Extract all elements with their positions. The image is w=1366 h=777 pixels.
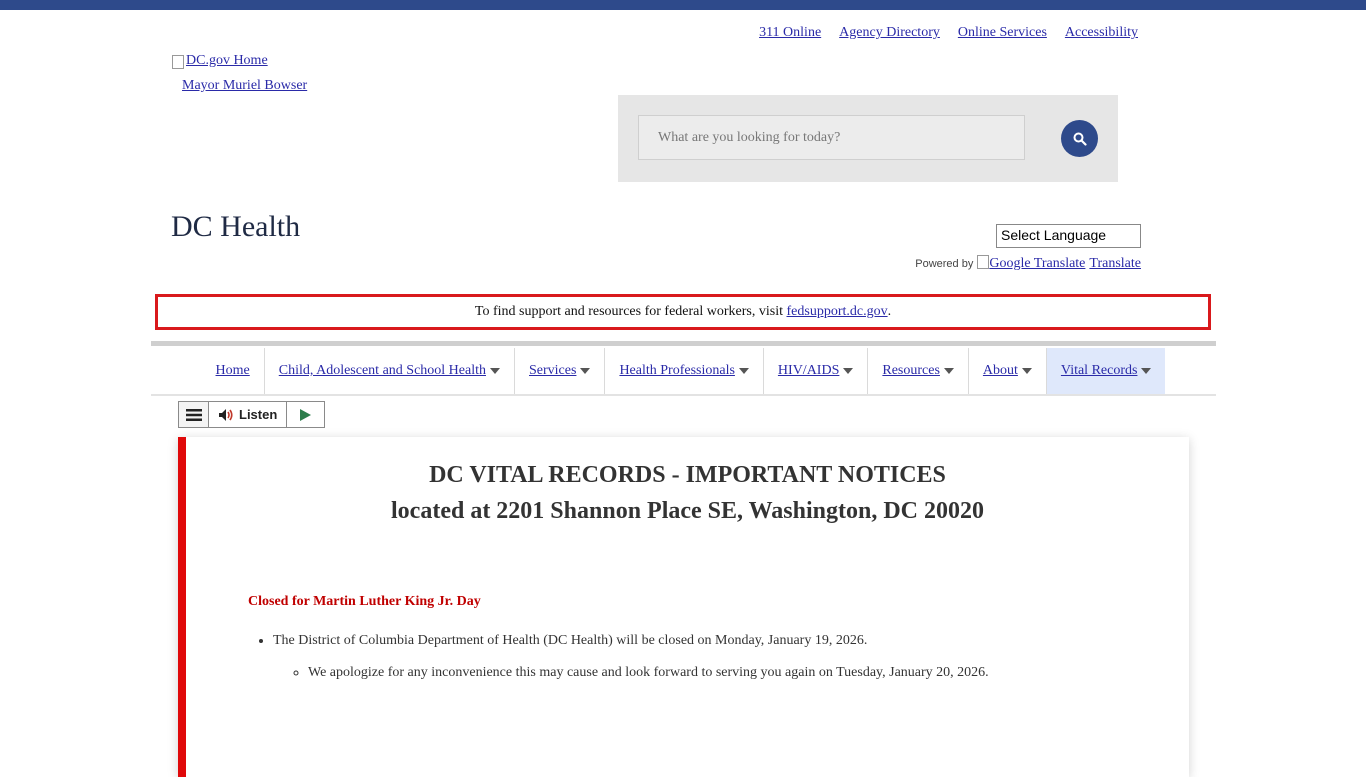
translate-link[interactable]: Translate xyxy=(1089,256,1141,272)
chevron-down-icon[interactable] xyxy=(580,368,591,374)
nav-item-home[interactable]: Home xyxy=(202,348,265,394)
nav-item-resources[interactable]: Resources xyxy=(868,348,969,394)
nav-label[interactable]: Home xyxy=(216,363,250,379)
nav-item-health-professionals[interactable]: Health Professionals xyxy=(605,348,764,394)
chevron-down-icon[interactable] xyxy=(1141,368,1152,374)
chevron-down-icon[interactable] xyxy=(1021,368,1032,374)
utility-link-311[interactable]: 311 Online xyxy=(759,25,821,41)
search-panel: What are you looking for today? xyxy=(618,95,1118,182)
nav-item-vital-records[interactable]: Vital Records xyxy=(1046,348,1166,394)
utility-link-online-services[interactable]: Online Services xyxy=(958,25,1047,41)
nav-label[interactable]: Services xyxy=(529,363,576,379)
powered-by-label: Powered by xyxy=(915,257,974,270)
nav-label[interactable]: Vital Records xyxy=(1061,363,1138,379)
play-button[interactable] xyxy=(287,402,324,427)
notice-heading: DC VITAL RECORDS - IMPORTANT NOTICES xyxy=(429,462,946,488)
list-item: The District of Columbia Department of H… xyxy=(273,633,989,681)
powered-by: Powered by Google Translate Translate xyxy=(915,255,1141,272)
search-button[interactable] xyxy=(1061,120,1098,157)
site-title: DC Health xyxy=(171,210,301,243)
hamburger-menu-icon xyxy=(185,408,202,421)
chevron-down-icon[interactable] xyxy=(738,368,749,374)
listen-menu-button[interactable] xyxy=(179,402,209,427)
nav-item-services[interactable]: Services xyxy=(515,348,606,394)
chevron-down-icon[interactable] xyxy=(490,368,500,374)
nav-divider xyxy=(151,341,1216,346)
notice-list: The District of Columbia Department of H… xyxy=(248,627,989,687)
search-input[interactable]: What are you looking for today? xyxy=(638,115,1025,160)
utility-nav: 311 Online Agency Directory Online Servi… xyxy=(759,25,1138,41)
chevron-down-icon[interactable] xyxy=(943,368,954,374)
nav-item-child-adolescent-school-health[interactable]: Child, Adolescent and School Health xyxy=(265,348,515,394)
list-item: We apologize for any inconvenience this … xyxy=(308,665,989,681)
language-select[interactable]: Select Language xyxy=(996,224,1141,248)
play-icon xyxy=(300,408,312,421)
apology-text: We apologize for any inconvenience this … xyxy=(308,665,989,680)
alert-text: To find support and resources for federa… xyxy=(474,304,787,319)
google-translate-link[interactable]: Google Translate xyxy=(977,255,1085,272)
broken-image-icon xyxy=(977,255,990,269)
utility-link-accessibility[interactable]: Accessibility xyxy=(1065,25,1138,41)
nav-label[interactable]: About xyxy=(983,363,1018,379)
listen-button[interactable]: Listen xyxy=(209,402,288,427)
nav-label[interactable]: Child, Adolescent and School Health xyxy=(279,363,486,379)
listen-widget: Listen xyxy=(178,401,326,428)
logo-alt-text: DC.gov Home xyxy=(186,53,268,68)
nav-item-hiv-aids[interactable]: HIV/AIDS xyxy=(764,348,869,394)
mayor-link[interactable]: Mayor Muriel Bowser xyxy=(182,78,307,94)
utility-link-agency-directory[interactable]: Agency Directory xyxy=(839,25,940,41)
dc-gov-logo-link[interactable]: DC.gov Home xyxy=(172,53,268,69)
fedsupport-link[interactable]: fedsupport.dc.gov xyxy=(787,304,888,320)
notice-card: DC VITAL RECORDS - IMPORTANT NOTICES loc… xyxy=(178,437,1189,777)
alert-suffix: . xyxy=(887,304,892,319)
top-brand-bar xyxy=(0,0,1366,10)
closed-title: Closed for Martin Luther King Jr. Day xyxy=(248,594,481,609)
main-nav: Home Child, Adolescent and School Health… xyxy=(151,348,1216,396)
closure-notice-text: The District of Columbia Department of H… xyxy=(273,633,868,648)
speaker-icon xyxy=(219,408,233,421)
google-translate-alt: Google Translate xyxy=(989,256,1086,271)
search-icon xyxy=(1073,132,1087,146)
nav-label[interactable]: Resources xyxy=(882,363,940,379)
nav-label[interactable]: Health Professionals xyxy=(619,363,734,379)
listen-label: Listen xyxy=(239,407,278,422)
notice-address: located at 2201 Shannon Place SE, Washin… xyxy=(391,498,984,524)
federal-workers-alert: To find support and resources for federa… xyxy=(155,294,1211,330)
nav-label[interactable]: HIV/AIDS xyxy=(778,363,839,379)
nav-item-about[interactable]: About xyxy=(969,348,1047,394)
search-placeholder: What are you looking for today? xyxy=(658,129,841,145)
broken-image-icon xyxy=(172,55,184,69)
chevron-down-icon[interactable] xyxy=(843,368,854,374)
